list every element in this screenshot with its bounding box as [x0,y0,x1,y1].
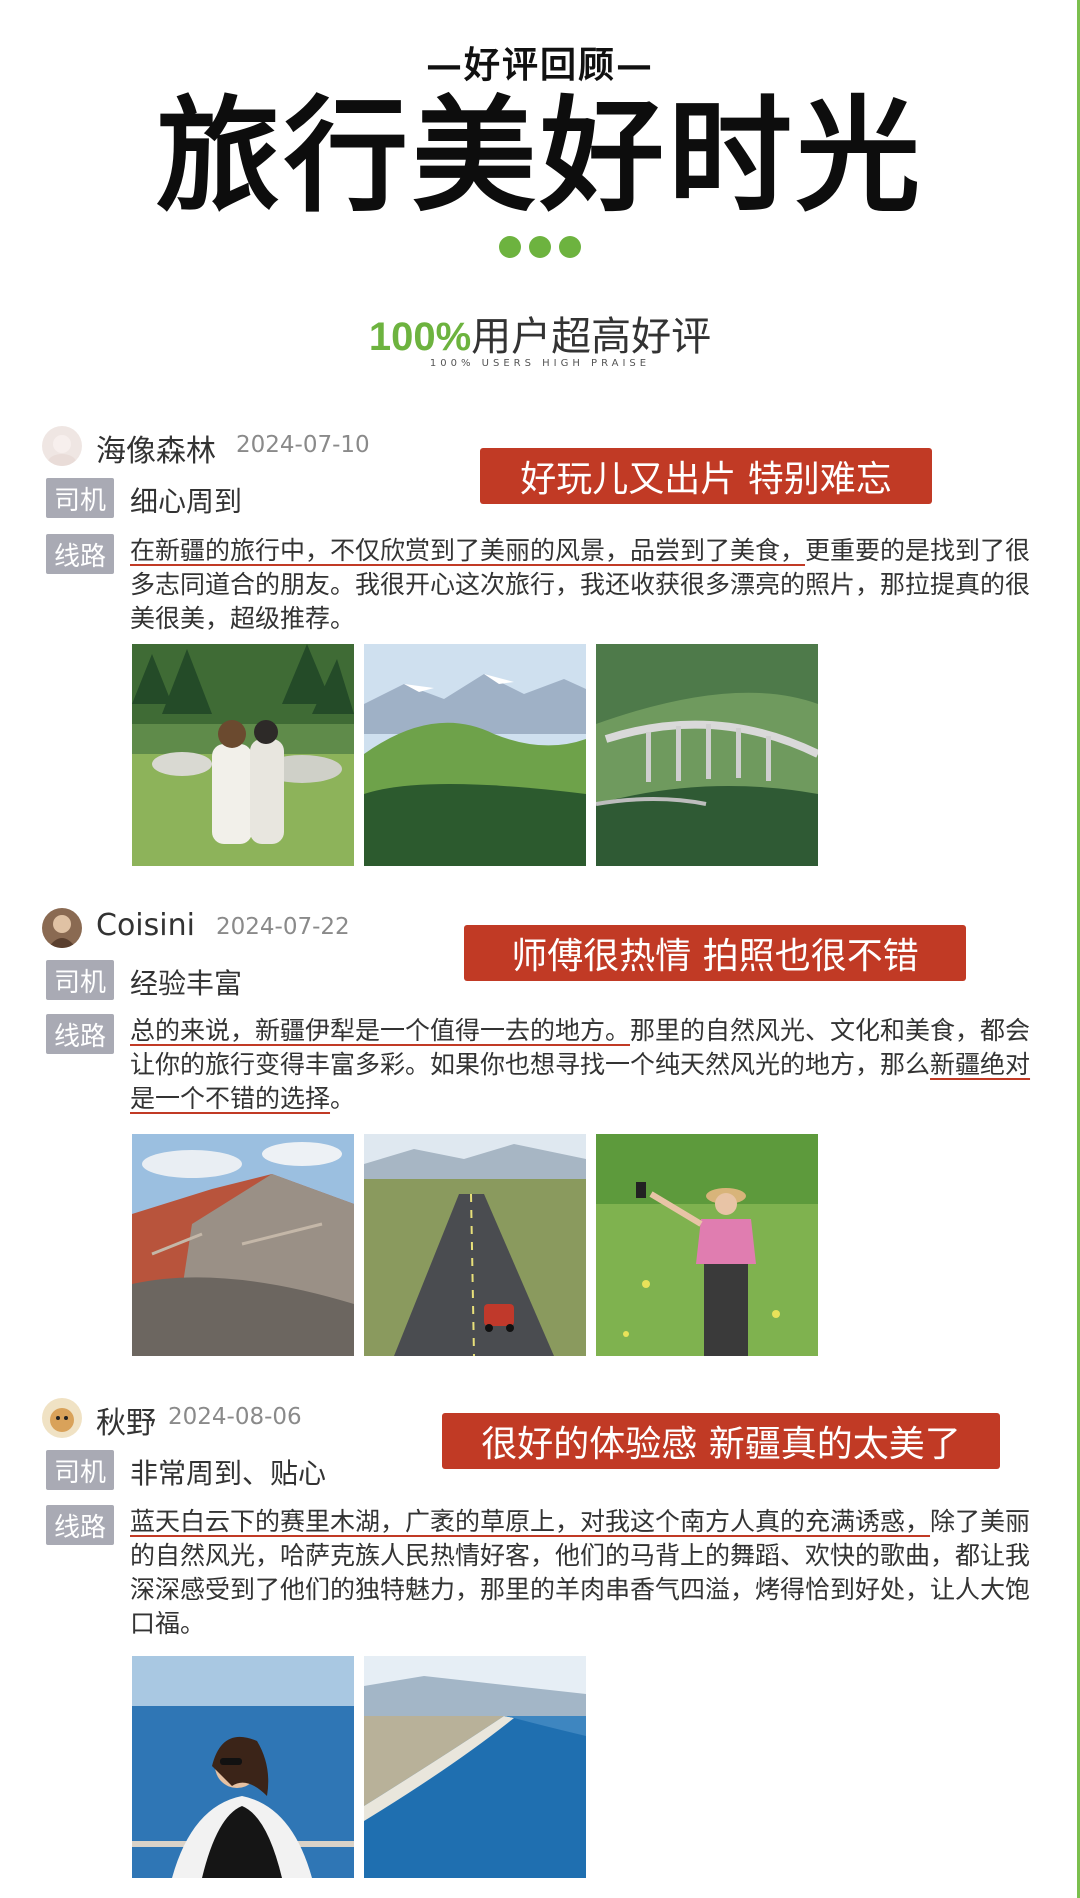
praise-text: 用户超高好评 [471,314,712,360]
route-underlined-text: 总的来说，新疆伊犁是一个值得一去的地方。 [130,1016,631,1045]
review-highlight: 师傅很热情 拍照也很不错 [464,925,966,981]
route-underlined-text: 蓝天白云下的赛里木湖，广袤的草原上，对我这个南方人真的充满诱惑， [130,1507,931,1536]
review-date: 2024-08-06 [168,1404,302,1430]
decorative-dots [0,236,1080,258]
photo-sayram-lake-shore[interactable] [364,1656,586,1878]
driver-comment: 非常周到、贴心 [130,1457,327,1490]
dot-icon [559,236,581,258]
avatar[interactable] [42,908,82,948]
praise-heading: 100%用户超高好评 [0,304,1080,362]
dot-icon [529,236,551,258]
reviewer-name: Coisini [96,908,195,943]
review-date: 2024-07-10 [236,432,370,458]
photo-row [132,644,818,866]
avatar[interactable] [42,426,82,466]
photo-woman-by-lake[interactable] [132,1656,354,1878]
route-comment: 蓝天白云下的赛里木湖，广袤的草原上，对我这个南方人真的充满诱惑，除了美丽的自然风… [130,1505,1040,1641]
review-date: 2024-07-22 [216,914,350,940]
photo-mountain-meadow[interactable] [364,644,586,866]
route-text-end: 。 [330,1084,356,1113]
photo-row[interactable] [132,1134,818,1356]
photo-grassland-road[interactable] [364,1134,586,1356]
driver-tag: 司机 [46,960,114,1000]
reviewer-name: 海像森林 [96,434,216,469]
page-title: 旅行美好时光 [155,84,924,229]
header-kicker: —好评回顾— [425,44,654,86]
praise-percent: 100% [368,315,472,359]
route-underlined-text: 在新疆的旅行中，不仅欣赏到了美丽的风景，品尝到了美食， [130,536,806,565]
driver-comment: 经验丰富 [130,967,243,1000]
photo-bridge-valley[interactable] [596,644,818,866]
route-tag: 线路 [46,1505,114,1545]
reviewer-name: 秋野 [96,1406,156,1441]
review-highlight: 很好的体验感 新疆真的太美了 [442,1413,1000,1469]
route-comment: 在新疆的旅行中，不仅欣赏到了美丽的风景，品尝到了美食，更重要的是找到了很多志同道… [130,534,1040,636]
route-tag: 线路 [46,1014,114,1054]
driver-tag: 司机 [46,1450,114,1490]
route-comment: 总的来说，新疆伊犁是一个值得一去的地方。那里的自然风光、文化和美食，都会让你的旅… [130,1014,1040,1116]
photo-travelers-forest[interactable] [132,644,354,866]
photo-row [132,1656,586,1878]
driver-tag: 司机 [46,478,114,518]
driver-comment: 细心周到 [130,485,243,518]
route-tag: 线路 [46,534,114,574]
avatar[interactable] [42,1398,82,1438]
review-highlight: 好玩儿又出片 特别难忘 [480,448,932,504]
praise-subtitle: 100% USERS HIGH PRAISE [429,358,651,369]
photo-rainbow-mountain[interactable] [132,1134,354,1356]
photo-girl-in-field[interactable] [596,1134,818,1356]
dot-icon [499,236,521,258]
